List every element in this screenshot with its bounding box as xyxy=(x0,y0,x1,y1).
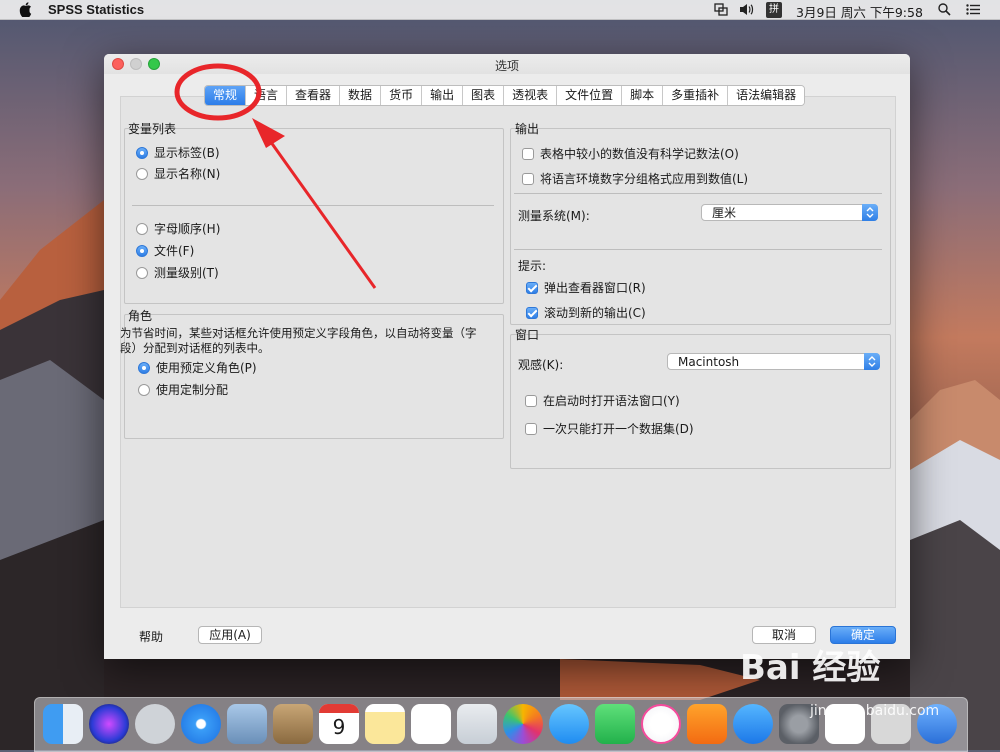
notification-center-icon[interactable] xyxy=(966,4,980,15)
measurement-system-stepper-icon xyxy=(862,204,878,221)
ibooks-icon[interactable] xyxy=(687,704,727,744)
alphabetical-option[interactable]: 字母顺序(H) xyxy=(136,220,220,237)
roles-description-line2: 段）分配到对话框的列表中。 xyxy=(120,341,270,355)
look-and-feel-label: 观感(K): xyxy=(518,358,564,372)
menu-bar: SPSS Statistics 拼 3月9日 周六 下午9:58 xyxy=(0,0,1000,20)
launchpad-icon[interactable] xyxy=(135,704,175,744)
contacts-icon[interactable] xyxy=(273,704,313,744)
tab-scripts[interactable]: 脚本 xyxy=(622,86,664,105)
open-syntax-option[interactable]: 在启动时打开语法窗口(Y) xyxy=(525,392,680,409)
tab-output[interactable]: 输出 xyxy=(422,86,464,105)
input-method-icon[interactable]: 拼 xyxy=(766,2,782,18)
window-group-title: 窗口 xyxy=(515,328,540,342)
itunes-icon[interactable] xyxy=(641,704,681,744)
variable-list-title: 变量列表 xyxy=(128,122,177,136)
watermark-brand: Bai 经验 xyxy=(740,648,881,688)
alphabetical-radio[interactable] xyxy=(136,222,148,235)
popup-viewer-checkbox[interactable] xyxy=(526,281,538,294)
tab-syntax-editor[interactable]: 语法编辑器 xyxy=(728,86,805,105)
safari-icon[interactable] xyxy=(181,704,221,744)
tab-general[interactable]: 常规 xyxy=(205,86,247,105)
volume-icon[interactable] xyxy=(739,3,755,16)
use-predefined-roles-option[interactable]: 使用预定义角色(P) xyxy=(138,359,257,376)
tab-data[interactable]: 数据 xyxy=(340,86,382,105)
dialog-title: 选项 xyxy=(494,59,519,73)
tab-file-locations[interactable]: 文件位置 xyxy=(557,86,623,105)
measure-level-radio[interactable] xyxy=(136,266,148,279)
calendar-header xyxy=(319,704,359,713)
popup-viewer-option[interactable]: 弹出查看器窗口(R) xyxy=(526,279,646,296)
watermark-url: jingyan.baidu.com xyxy=(810,703,940,719)
calendar-day: 9 xyxy=(332,715,346,739)
calendar-app-icon[interactable]: 9 xyxy=(319,704,359,744)
scroll-new-output-option[interactable]: 滚动到新的输出(C) xyxy=(526,304,646,321)
output-divider-2 xyxy=(514,249,882,250)
look-and-feel-stepper-icon xyxy=(864,353,880,370)
output-title: 输出 xyxy=(515,122,540,136)
measurement-system-select[interactable]: 厘米 xyxy=(701,204,878,221)
help-button[interactable]: 帮助 xyxy=(139,628,163,645)
roles-title: 角色 xyxy=(128,309,153,323)
notes-icon[interactable] xyxy=(365,704,405,744)
look-and-feel-select[interactable]: Macintosh xyxy=(667,353,880,370)
reminders-icon[interactable] xyxy=(411,704,451,744)
spotlight-search-icon[interactable] xyxy=(938,3,951,16)
options-tab-bar: 常规 语言 查看器 数据 货币 输出 图表 透视表 文件位置 脚本 多重插补 语… xyxy=(204,85,806,106)
options-dialog: 选项 常规 语言 查看器 数据 货币 输出 图表 透视表 文件位置 脚本 多重插… xyxy=(104,54,910,659)
display-label-option[interactable]: 显示标签(B) xyxy=(136,144,220,161)
file-order-radio[interactable] xyxy=(136,244,148,257)
scroll-new-output-checkbox[interactable] xyxy=(526,306,538,319)
tab-multiple-imputation[interactable]: 多重插补 xyxy=(663,86,729,105)
display-name-option[interactable]: 显示名称(N) xyxy=(136,165,220,182)
app-menu-name[interactable]: SPSS Statistics xyxy=(48,2,144,17)
no-sci-notation-option[interactable]: 表格中较小的数值没有科学记数法(O) xyxy=(522,145,739,162)
app-store-icon[interactable] xyxy=(733,704,773,744)
hints-label: 提示: xyxy=(518,259,547,273)
single-dataset-checkbox[interactable] xyxy=(525,422,537,435)
apple-icon[interactable] xyxy=(19,1,33,17)
keynote-icon[interactable] xyxy=(457,704,497,744)
display-label-radio[interactable] xyxy=(136,146,148,159)
apply-locale-checkbox[interactable] xyxy=(522,172,534,185)
siri-icon[interactable] xyxy=(89,704,129,744)
use-custom-assignment-radio[interactable] xyxy=(138,383,150,396)
roles-description-line1: 为节省时间，某些对话框允许使用预定义字段角色，以自动将变量（字 xyxy=(120,326,477,340)
photos-icon[interactable] xyxy=(503,704,543,744)
title-bar: 选项 xyxy=(104,54,910,74)
file-order-option[interactable]: 文件(F) xyxy=(136,242,194,259)
apply-button[interactable]: 应用(A) xyxy=(198,626,262,644)
use-custom-assignment-option[interactable]: 使用定制分配 xyxy=(138,381,228,398)
no-sci-notation-checkbox[interactable] xyxy=(522,147,534,160)
tab-viewer[interactable]: 查看器 xyxy=(287,86,341,105)
apply-locale-option[interactable]: 将语言环境数字分组格式应用到数值(L) xyxy=(522,170,748,187)
preview-icon[interactable] xyxy=(227,704,267,744)
facetime-icon[interactable] xyxy=(595,704,635,744)
measure-level-option[interactable]: 测量级别(T) xyxy=(136,264,219,281)
tab-language[interactable]: 语言 xyxy=(246,86,288,105)
measurement-system-label: 测量系统(M): xyxy=(518,209,590,223)
messages-icon[interactable] xyxy=(549,704,589,744)
output-divider-1 xyxy=(514,193,882,194)
variable-list-divider xyxy=(132,205,494,206)
tab-pivot-tables[interactable]: 透视表 xyxy=(504,86,558,105)
open-syntax-checkbox[interactable] xyxy=(525,394,537,407)
use-predefined-roles-radio[interactable] xyxy=(138,361,150,374)
display-name-radio[interactable] xyxy=(136,167,148,180)
screen-mirroring-icon[interactable] xyxy=(714,3,728,16)
finder-icon[interactable] xyxy=(43,704,83,744)
menubar-clock[interactable]: 3月9日 周六 下午9:58 xyxy=(796,2,923,21)
tab-currency[interactable]: 货币 xyxy=(381,86,423,105)
tab-charts[interactable]: 图表 xyxy=(463,86,505,105)
single-dataset-option[interactable]: 一次只能打开一个数据集(D) xyxy=(525,420,694,437)
